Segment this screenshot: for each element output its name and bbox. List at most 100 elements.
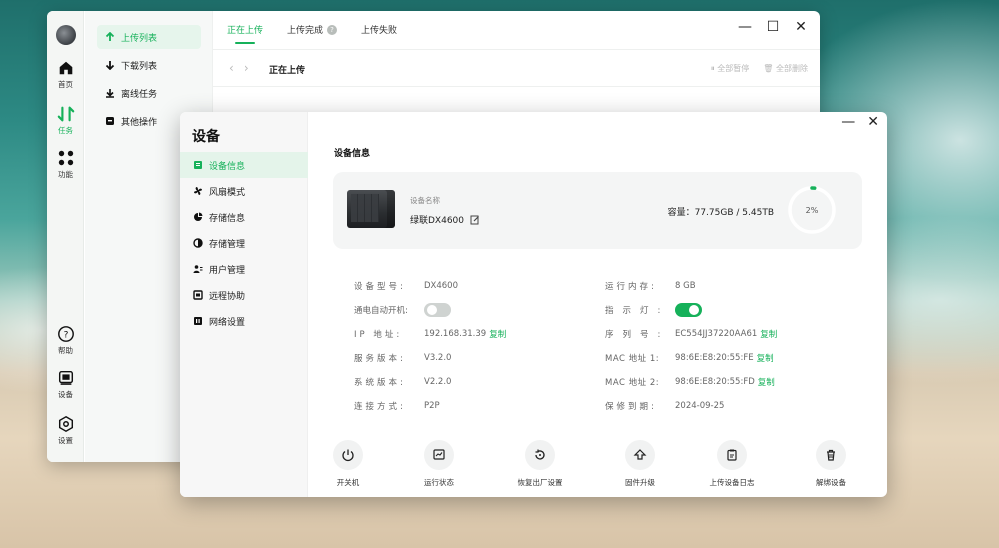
rail-item-device[interactable]: 设备	[47, 369, 84, 400]
back-window-controls: — ☐ ✕	[738, 19, 808, 35]
info-value: V3.2.0	[424, 353, 452, 363]
info-row-ip: IP 地址: 192.168.31.39 复制	[354, 322, 506, 346]
sidebar-label: 远程协助	[209, 291, 246, 302]
copy-mac2-button[interactable]: 复制	[758, 376, 775, 388]
capacity-text: 容量：77.75GB / 5.45TB	[667, 208, 774, 218]
upload-icon	[105, 32, 115, 41]
info-key: IP 地址:	[354, 330, 403, 340]
info-row-connection: 连接方式: P2P	[354, 394, 506, 418]
unbind-device-button[interactable]: 解绑设备	[791, 440, 871, 488]
info-key: 通电自动开机:	[354, 306, 408, 316]
transfer-tabs: 正在上传 上传完成? 上传失败	[227, 23, 421, 44]
download-icon	[105, 61, 115, 70]
back-arrow-icon[interactable]: ‹	[229, 61, 234, 75]
rail-item-home[interactable]: 首页	[47, 59, 84, 90]
sidebar-item-remote-assist[interactable]: 远程协助	[180, 282, 308, 308]
copy-ip-button[interactable]: 复制	[489, 328, 506, 340]
users-icon	[193, 265, 203, 273]
tab-upload-failed[interactable]: 上传失败	[361, 23, 397, 44]
action-label: 开关机	[336, 478, 360, 487]
close-button[interactable]: ✕	[794, 19, 808, 35]
tab-label: 上传失败	[361, 26, 398, 36]
sidebar-item-network[interactable]: 网络设置	[180, 308, 308, 334]
device-icon	[58, 370, 73, 385]
serial-value: EC554JJ37220AA61	[675, 329, 758, 339]
sidebar-label: 风扇模式	[209, 187, 246, 198]
grid-icon	[58, 150, 73, 166]
rail-label: 设备	[58, 390, 73, 399]
sidebar-label: 存储管理	[209, 239, 246, 250]
run-status-button[interactable]: 运行状态	[399, 440, 479, 488]
subnav-item-upload-list[interactable]: 上传列表	[97, 25, 201, 49]
info-value: V2.2.0	[424, 377, 452, 387]
fan-icon	[194, 187, 202, 195]
tab-uploading[interactable]: 正在上传	[227, 23, 263, 44]
info-key: 连接方式:	[354, 402, 406, 412]
forward-arrow-icon[interactable]: ›	[244, 61, 249, 75]
factory-reset-button[interactable]: 恢复出厂设置	[500, 440, 580, 488]
firmware-upgrade-button[interactable]: 固件升级	[600, 440, 680, 488]
mac1-value: 98:6E:E8:20:55:FE	[675, 353, 754, 363]
sidebar-item-fan-mode[interactable]: 风扇模式	[180, 178, 308, 204]
sidebar-label: 设备信息	[209, 161, 246, 172]
device-window: 设备 设备信息 风扇模式 存储信息 存储管理 用户管理 远程协助 网络设置 — …	[180, 112, 887, 497]
subnav-label: 下载列表	[121, 61, 158, 72]
toolbar-actions: ⏸ 全部暂停 🗑 全部删除	[711, 63, 808, 74]
sidebar-item-user-manage[interactable]: 用户管理	[180, 256, 308, 282]
rail-item-functions[interactable]: 功能	[47, 149, 84, 180]
help-badge-icon[interactable]: ?	[327, 24, 338, 35]
indicator-light-toggle[interactable]	[675, 303, 702, 317]
subnav-label: 上传列表	[121, 33, 158, 44]
rail-label: 首页	[58, 80, 73, 89]
info-row-system-version: 系统版本: V2.2.0	[354, 370, 506, 394]
minimize-button[interactable]: —	[738, 19, 752, 35]
rail-label: 设置	[58, 436, 73, 445]
sidebar-item-storage-info[interactable]: 存储信息	[180, 204, 308, 230]
maximize-button[interactable]: ☐	[766, 19, 780, 35]
info-row-warranty: 保修到期: 2024-09-25	[605, 394, 777, 418]
avatar[interactable]	[56, 25, 76, 45]
sidebar-item-device-info[interactable]: 设备信息	[180, 152, 308, 178]
rail-item-settings[interactable]: 设置	[47, 415, 84, 446]
home-icon	[59, 61, 72, 75]
device-name: 绿联DX4600	[410, 213, 480, 226]
copy-mac1-button[interactable]: 复制	[757, 352, 774, 364]
copy-serial-button[interactable]: 复制	[760, 328, 777, 340]
pause-all-button[interactable]: ⏸ 全部暂停	[711, 63, 750, 74]
rail-item-help[interactable]: ? 帮助	[47, 325, 84, 356]
info-row-mac2: MAC 地址 2: 98:6E:E8:20:55:FD 复制	[605, 370, 777, 394]
info-key: 保修到期:	[605, 402, 657, 412]
storage-manage-icon	[193, 238, 203, 248]
toggle-knob	[689, 305, 699, 315]
action-label: 运行状态	[424, 478, 454, 487]
edit-icon[interactable]	[470, 215, 480, 225]
info-row-indicator-light: 指示灯:	[605, 298, 777, 322]
main-rail: 首页 任务 功能 ? 帮助 设备 设置	[47, 11, 84, 462]
status-monitor-icon	[433, 449, 445, 460]
subnav-item-download-list[interactable]: 下载列表	[97, 53, 201, 77]
device-name-label: 设备名称	[410, 196, 440, 205]
info-row-serial: 序列号: EC554JJ37220AA61 复制	[605, 322, 777, 346]
device-info-icon	[194, 161, 202, 169]
info-value: P2P	[424, 401, 440, 411]
auto-power-toggle[interactable]	[424, 303, 451, 317]
info-row-model: 设备型号: DX4600	[354, 274, 506, 298]
sidebar-label: 存储信息	[209, 213, 246, 224]
upload-log-button[interactable]: 上传设备日志	[692, 440, 772, 488]
sidebar-item-storage-manage[interactable]: 存储管理	[180, 230, 308, 256]
power-button[interactable]: 开关机	[308, 440, 388, 488]
tab-upload-complete[interactable]: 上传完成?	[287, 23, 338, 44]
rail-label: 帮助	[58, 346, 73, 355]
info-key: 系统版本:	[354, 378, 406, 388]
trash-icon: 🗑	[763, 64, 776, 73]
delete-all-button[interactable]: 🗑 全部删除	[763, 63, 808, 74]
offline-task-icon	[106, 89, 114, 98]
other-icon	[106, 117, 114, 125]
power-icon	[342, 449, 354, 462]
subnav-item-offline-tasks[interactable]: 离线任务	[97, 81, 201, 105]
action-label: 恢复出厂设置	[517, 478, 563, 487]
rail-item-tasks[interactable]: 任务	[47, 105, 84, 136]
firmware-upgrade-icon	[633, 449, 647, 460]
info-row-memory: 运行内存: 8 GB	[605, 274, 777, 298]
device-card: 设备名称 绿联DX4600 容量：77.75GB / 5.45TB 2%	[333, 172, 862, 249]
